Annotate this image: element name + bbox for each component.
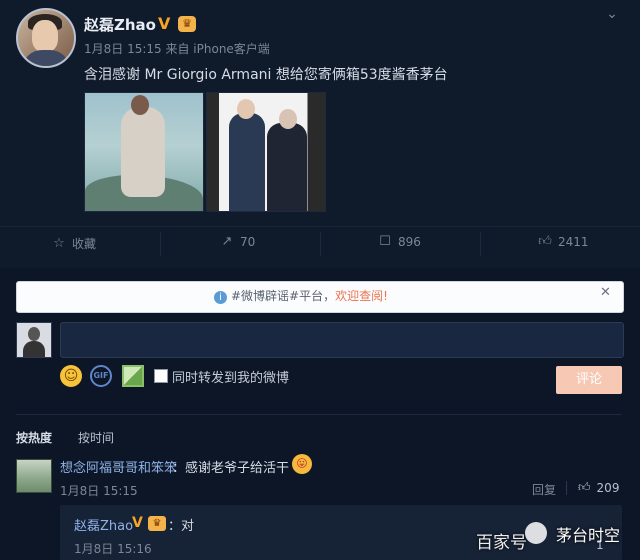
watermark-logo-icon [525, 522, 547, 544]
post-photo-2[interactable] [206, 92, 326, 212]
my-avatar-head [28, 327, 40, 341]
reply-text: ：对 [168, 519, 195, 534]
photo-man [121, 107, 165, 197]
repost-checkbox[interactable] [154, 369, 168, 383]
sort-by-time[interactable]: 按时间 [78, 429, 114, 446]
avatar-shirt [22, 50, 70, 66]
comment-icon: ☐ [379, 234, 391, 249]
comment-button[interactable]: ☐ 896 [378, 234, 421, 250]
comment-divider [566, 481, 567, 495]
post-text: 含泪感谢 Mr Giorgio Armani 想给您寄俩箱53度酱香茅台 [84, 67, 448, 83]
favorite-button[interactable]: ☆ 收藏 [52, 235, 96, 252]
sort-by-hot[interactable]: 按热度 [16, 429, 52, 446]
post-author-name[interactable]: 赵磊Zhao [84, 14, 156, 35]
watermark-text-left: 百家号 [476, 533, 527, 553]
tongue-emoji-icon: 😛 [292, 454, 312, 474]
image-icon[interactable] [122, 365, 144, 387]
repost-icon: ↗ [221, 234, 233, 249]
notice-prefix: #微博辟谣#平台， [231, 289, 336, 303]
favorite-label: 收藏 [72, 237, 97, 251]
repost-button[interactable]: ↗ 70 [220, 234, 256, 250]
commenter-avatar[interactable] [16, 459, 52, 493]
commenter-name[interactable]: 想念阿福哥哥和笨笨 [60, 457, 177, 476]
comment-time: 1月8日 15:15 [60, 484, 138, 498]
action-divider [480, 232, 481, 256]
section-divider [16, 414, 622, 415]
submit-comment-button[interactable]: 评论 [556, 366, 622, 394]
repost-checkbox-label: 同时转发到我的微博 [172, 371, 290, 386]
gif-icon[interactable]: GIF [90, 365, 112, 387]
photo-person-1-head [237, 99, 255, 119]
comment-text: ：感谢老爷子给活干 [172, 461, 290, 476]
reply-author[interactable]: 赵磊Zhao [74, 515, 133, 534]
post-meta: 1月8日 15:15 来自 iPhone客户端 [84, 42, 270, 56]
chevron-down-icon[interactable]: ⌄ [604, 6, 620, 22]
comment-count: 896 [398, 235, 421, 249]
notice-text: i #微博辟谣#平台，欢迎查阅! [214, 287, 388, 304]
repost-count: 70 [240, 235, 256, 249]
watermark-text-right: 茅台时空 [556, 526, 621, 545]
close-icon[interactable]: ✕ [600, 285, 611, 300]
avatar-face [32, 20, 58, 52]
verified-v-icon: V [158, 14, 171, 33]
emoji-icon[interactable]: ☺ [60, 365, 82, 387]
member-crown-icon: ♛ [148, 516, 166, 531]
photo-person-1 [229, 113, 265, 211]
comment-like-button[interactable]: 👍︎ 209 [578, 480, 619, 495]
action-divider [160, 232, 161, 256]
author-avatar[interactable] [16, 8, 76, 68]
photo-person-2 [267, 123, 307, 211]
member-crown-icon: ♛ [178, 16, 196, 32]
like-count: 2411 [558, 235, 589, 249]
photo-background [207, 93, 325, 211]
star-icon: ☆ [53, 235, 65, 251]
photo-head [131, 95, 149, 115]
my-avatar[interactable] [16, 322, 52, 358]
notice-link[interactable]: 欢迎查阅! [335, 289, 388, 303]
comment-like-count: 209 [596, 480, 620, 495]
info-icon: i [214, 291, 227, 304]
reply-button[interactable]: 回复 [532, 481, 556, 498]
action-divider [320, 232, 321, 256]
reply-time: 1月8日 15:16 [74, 542, 152, 556]
comment-input[interactable] [60, 322, 624, 358]
thumbs-up-icon: 👍︎ [578, 480, 591, 494]
comment-caret [392, 260, 408, 268]
like-button[interactable]: 👍︎ 2411 [538, 234, 589, 250]
my-avatar-body [23, 341, 45, 357]
thumbs-up-icon: 👍︎ [538, 234, 552, 249]
post-photo-1[interactable] [84, 92, 204, 212]
verified-v-icon: V [132, 515, 143, 531]
photo-person-2-head [279, 109, 297, 129]
